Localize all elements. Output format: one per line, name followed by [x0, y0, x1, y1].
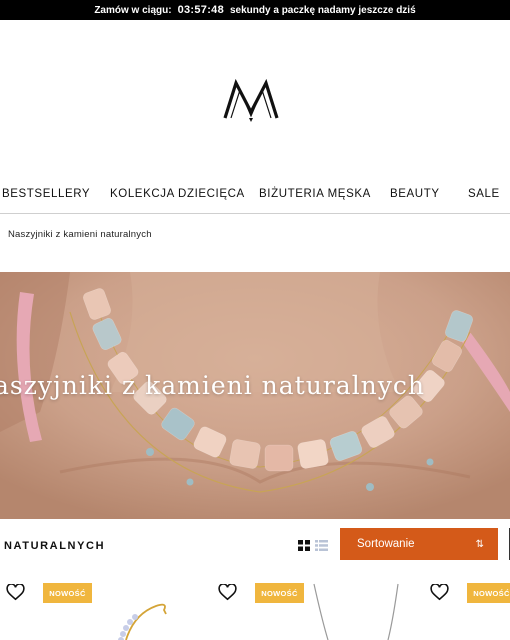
promo-bar: Zamów w ciągu: 03:57:48 sekundy a paczkę… — [0, 0, 510, 20]
hero-banner: aszyjniki z kamieni naturalnych — [0, 272, 510, 519]
sort-label: Sortowanie — [357, 538, 415, 550]
product-image[interactable] — [218, 580, 418, 640]
product-card[interactable]: NOWOŚĆ — [430, 580, 510, 640]
new-badge: NOWOŚĆ — [467, 583, 510, 603]
listing-title: NATURALNYCH — [4, 540, 106, 552]
nav-item-bizuteria-meska[interactable]: BIŻUTERIA MĘSKA — [259, 188, 371, 200]
countdown-timer: 03:57:48 — [177, 4, 224, 16]
nav-item-bestsellery[interactable]: BESTSELLERY — [2, 188, 90, 200]
grid-view-icon[interactable] — [298, 540, 310, 551]
brand-logo[interactable] — [222, 78, 280, 122]
main-navigation: BESTSELLERY KOLEKCJA DZIECIĘCA BIŻUTERIA… — [0, 176, 510, 214]
nav-item-beauty[interactable]: BEAUTY — [390, 188, 440, 200]
product-card[interactable]: NOWOŚĆ — [6, 580, 206, 640]
sort-arrows-icon: ⇅ — [475, 538, 485, 550]
hero-title: aszyjniki z kamieni naturalnych — [0, 371, 426, 400]
promo-prefix: Zamów w ciągu: — [94, 4, 172, 16]
promo-suffix: sekundy a paczkę nadamy jeszcze dziś — [230, 4, 416, 16]
list-view-icon[interactable] — [315, 540, 328, 551]
breadcrumb[interactable]: Naszyjniki z kamieni naturalnych — [8, 229, 152, 240]
nav-item-kolekcja-dziecieca[interactable]: KOLEKCJA DZIECIĘCA — [110, 188, 245, 200]
product-card[interactable]: NOWOŚĆ — [218, 580, 418, 640]
sort-dropdown[interactable]: Sortowanie ⇅ — [340, 528, 498, 560]
nav-item-sale[interactable]: SALE — [468, 188, 500, 200]
heart-icon[interactable] — [430, 584, 449, 601]
product-image[interactable] — [6, 580, 206, 640]
